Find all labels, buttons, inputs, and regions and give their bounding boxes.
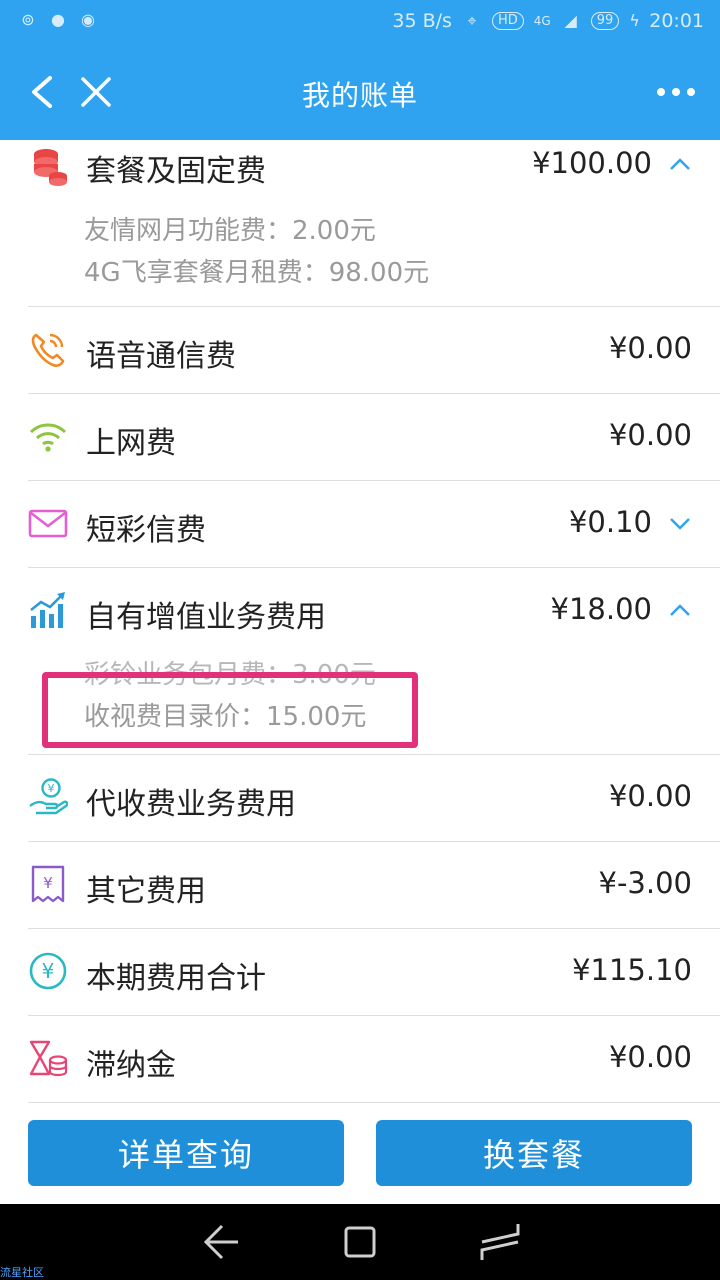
bill-row-vas[interactable]: 自有增值业务费用 ¥18.00 xyxy=(28,568,720,654)
svg-text:¥: ¥ xyxy=(42,959,55,983)
nav-recents-icon[interactable] xyxy=(478,1220,522,1264)
bill-row-late-fee[interactable]: 滞纳金 ¥0.00 xyxy=(28,1016,720,1103)
bill-row-total[interactable]: ¥ 本期费用合计 ¥115.10 xyxy=(28,929,720,1016)
bill-label: 语音通信费 xyxy=(86,339,236,374)
change-plan-button[interactable]: 换套餐 xyxy=(376,1120,692,1186)
chevron-up-icon[interactable] xyxy=(668,598,692,622)
bill-detail-package: 友情网月功能费：2.00元 4G飞享套餐月租费：98.00元 xyxy=(28,196,720,307)
detail-line: 友情网月功能费：2.00元 xyxy=(84,216,376,246)
bill-amount: ¥100.00 xyxy=(532,146,652,180)
app-header: 我的账单 xyxy=(0,44,720,140)
bill-amount: ¥115.10 xyxy=(572,953,692,987)
bill-label: 套餐及固定费 xyxy=(86,154,266,189)
location-icon: ⌖ xyxy=(467,11,477,30)
bill-row-other[interactable]: ¥ 其它费用 ¥-3.00 xyxy=(28,842,720,929)
bill-amount: ¥0.00 xyxy=(608,331,692,365)
bill-label: 本期费用合计 xyxy=(86,961,266,996)
coins-icon xyxy=(34,149,67,186)
bill-amount: ¥0.10 xyxy=(568,505,652,539)
bill-label: 其它费用 xyxy=(86,874,206,909)
bill-row-voice[interactable]: 语音通信费 ¥0.00 xyxy=(28,307,720,394)
bill-label: 代收费业务费用 xyxy=(86,787,296,822)
more-button[interactable] xyxy=(652,66,700,118)
clock: 20:01 xyxy=(649,10,704,32)
receipt-icon: ¥ xyxy=(31,865,65,903)
signal-icon: ◢ xyxy=(564,11,577,30)
wifi-icon xyxy=(29,423,67,452)
bill-amount: ¥0.00 xyxy=(608,779,692,813)
envelope-icon xyxy=(28,509,68,538)
page-title: 我的账单 xyxy=(301,79,418,112)
bill-row-internet[interactable]: 上网费 ¥0.00 xyxy=(28,394,720,481)
bill-list: 套餐及固定费 ¥100.00 友情网月功能费：2.00元 4G飞享套餐月租费：9… xyxy=(0,140,720,1103)
chevron-up-icon[interactable] xyxy=(668,152,692,176)
hand-coin-icon: ¥ xyxy=(29,778,68,815)
bill-amount: ¥0.00 xyxy=(608,1040,692,1074)
bill-row-agency[interactable]: ¥ 代收费业务费用 ¥0.00 xyxy=(28,755,720,842)
status-bar: ⊚ ● ◉ 35 B/s ⌖ HD 4G ◢ 99 ϟ 20:01 xyxy=(0,0,720,44)
battery-level: 99 xyxy=(590,12,620,30)
detail-line: 4G飞享套餐月租费：98.00元 xyxy=(84,258,430,288)
bill-amount: ¥-3.00 xyxy=(598,866,693,900)
chevron-down-icon[interactable] xyxy=(668,511,692,535)
more-dots-icon xyxy=(657,88,695,96)
svg-text:¥: ¥ xyxy=(43,874,53,892)
nav-back-icon[interactable] xyxy=(200,1222,240,1262)
svg-text:¥: ¥ xyxy=(48,782,55,795)
highlight-box xyxy=(42,672,418,748)
system-nav-bar: 流星社区 xyxy=(0,1204,720,1280)
bill-label: 自有增值业务费用 xyxy=(86,600,326,635)
phone-icon xyxy=(31,333,65,367)
bill-amount: ¥0.00 xyxy=(608,418,692,452)
bill-amount: ¥18.00 xyxy=(550,592,652,626)
hourglass-coins-icon xyxy=(29,1040,68,1077)
notification-icon: ⊚ xyxy=(21,10,35,29)
growth-chart-icon xyxy=(30,592,65,628)
network-speed: 35 B/s xyxy=(392,10,452,32)
message-icon: ● xyxy=(51,10,65,29)
bill-row-sms[interactable]: 短彩信费 ¥0.10 xyxy=(28,481,720,568)
bill-label: 滞纳金 xyxy=(86,1048,176,1083)
charging-icon: ϟ xyxy=(629,11,640,30)
hd-badge: HD xyxy=(491,12,524,30)
network-type: 4G xyxy=(533,14,551,28)
yuan-circle-icon: ¥ xyxy=(29,952,67,990)
bill-label: 短彩信费 xyxy=(86,513,206,548)
wechat-icon: ◉ xyxy=(81,10,95,29)
detail-query-button[interactable]: 详单查询 xyxy=(28,1120,344,1186)
bill-label: 上网费 xyxy=(86,426,176,461)
nav-home-icon[interactable] xyxy=(340,1222,380,1262)
watermark: 流星社区 xyxy=(0,1266,44,1279)
bill-row-package[interactable]: 套餐及固定费 ¥100.00 xyxy=(28,140,720,196)
